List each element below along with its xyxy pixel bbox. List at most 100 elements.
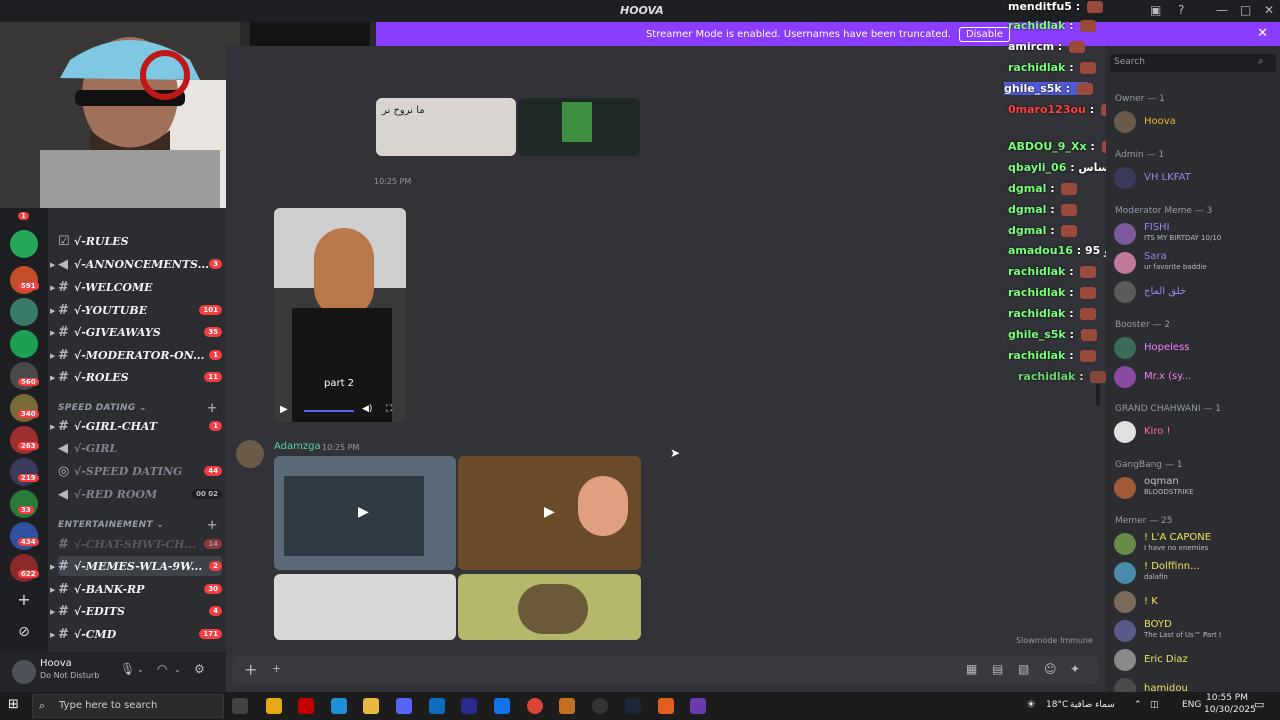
close-window-button[interactable]: ✕	[1264, 3, 1274, 17]
video-progress[interactable]	[304, 410, 354, 412]
category-speed-dating[interactable]: SPEED DATING ⌄ +	[58, 401, 218, 416]
scrollbar[interactable]	[1096, 384, 1100, 406]
channel-bank-rp[interactable]: ▶ # √-BANK-RP 30	[50, 579, 222, 599]
fullscreen-icon[interactable]: ⛶	[386, 404, 392, 414]
app-icon[interactable]	[592, 698, 608, 714]
discord-icon[interactable]	[396, 698, 412, 714]
help-icon[interactable]: ?	[1178, 3, 1184, 17]
video-thumb-4[interactable]	[458, 574, 641, 640]
chevron-down-icon[interactable]: ⌄	[137, 665, 144, 674]
language-indicator[interactable]: ENG	[1182, 700, 1201, 710]
clock-time[interactable]: 10:55 PM	[1206, 693, 1248, 703]
microphone-icon[interactable]: 🎙	[120, 662, 135, 676]
clock-date[interactable]: 10/30/2025	[1204, 705, 1256, 715]
steam-icon[interactable]	[625, 698, 641, 714]
edge-icon[interactable]	[331, 698, 347, 714]
member-item[interactable]: Hoova	[1114, 110, 1276, 133]
server-icon[interactable]	[10, 298, 38, 326]
channel-welcome[interactable]: ▶ # √-WELCOME	[50, 277, 222, 297]
video-attachment[interactable]: part 2 ▶ ◀) ⛶	[274, 208, 406, 422]
channel-giveaways[interactable]: ▶ # √-GIVEAWAYS 35	[50, 322, 222, 342]
photoshop-icon[interactable]	[494, 698, 510, 714]
app-icon[interactable]	[690, 698, 706, 714]
overlay-message: rachidlak :	[1018, 370, 1107, 383]
emoji-icon[interactable]: ☺	[1044, 662, 1057, 676]
member-item[interactable]: Hopeless	[1114, 336, 1276, 359]
channel-speed-dating[interactable]: ◎ √-SPEED DATING 44	[58, 461, 222, 481]
channel-edits[interactable]: ▶ # √-EDITS 4	[50, 601, 222, 621]
member-item[interactable]: FISHI ITS MY BIRTDAY 10/10	[1114, 222, 1276, 245]
add-channel-icon[interactable]: +	[207, 518, 218, 533]
gif-icon[interactable]: ▤	[992, 662, 1003, 676]
chrome-icon[interactable]	[527, 698, 543, 714]
channel-rules[interactable]: ☑ √-RULES	[58, 231, 222, 251]
member-item[interactable]: ! Dolffinn... dalafin	[1114, 561, 1276, 584]
inbox-icon[interactable]: ▣	[1150, 3, 1161, 17]
maximize-button[interactable]: □	[1240, 3, 1251, 17]
message-author[interactable]: Adamzga	[274, 441, 321, 452]
channel-memes[interactable]: ▶ # √-MEMES-WLA-9W... 2	[50, 556, 222, 576]
play-icon[interactable]: ▶	[544, 504, 555, 520]
member-item[interactable]: ! K	[1114, 590, 1276, 613]
disable-button[interactable]: Disable	[958, 26, 1011, 42]
close-icon[interactable]: ✕	[1257, 26, 1268, 41]
volume-icon[interactable]: ◀)	[362, 404, 372, 414]
play-icon[interactable]: ▶	[280, 404, 288, 415]
play-icon[interactable]: ▶	[358, 504, 369, 520]
member-item[interactable]: Kiro !	[1114, 420, 1276, 443]
add-attachment-icon[interactable]: +	[244, 660, 257, 679]
video-thumb-1[interactable]: ▶	[274, 456, 456, 570]
notification-icon[interactable]: ▭	[1254, 698, 1264, 711]
app-icon[interactable]	[658, 698, 674, 714]
chevron-down-icon[interactable]: ⌄	[174, 665, 181, 674]
member-item[interactable]: oqman BLOODSTRIKE	[1114, 476, 1276, 499]
direct-messages-icon[interactable]	[10, 230, 38, 258]
channel-chat-shwt[interactable]: # √-CHAT-SHWT-CH... 14	[58, 534, 222, 554]
taskbar-search[interactable]: ⌕ Type here to search	[32, 694, 224, 718]
member-item[interactable]: Sara ur favorite baddie	[1114, 251, 1276, 274]
member-item[interactable]: خلق الماج	[1114, 280, 1276, 303]
sticker-icon[interactable]: ▧	[1018, 662, 1029, 676]
add-server-icon[interactable]: +	[10, 586, 38, 614]
channel-girl-voice[interactable]: ◀ √-GIRL	[58, 438, 222, 458]
network-icon[interactable]: ◫	[1150, 700, 1159, 710]
avatar[interactable]	[12, 660, 36, 684]
channel-girl-chat[interactable]: ▶ # √-GIRL-CHAT 1	[50, 416, 222, 436]
message-input-bar[interactable]: + + ▦ ▤ ▧ ☺ ✦	[232, 656, 1098, 684]
search-input[interactable]: Search ⌕	[1110, 54, 1276, 72]
member-item[interactable]: VH LKFAT	[1114, 166, 1276, 189]
server-icon[interactable]	[10, 330, 38, 358]
gear-icon[interactable]: ⚙	[194, 662, 205, 676]
member-item[interactable]: Eric Diaz	[1114, 648, 1276, 671]
channel-roles[interactable]: ▶ # √-ROLES 11	[50, 367, 222, 387]
member-item[interactable]: Mr.x (sy...	[1114, 365, 1276, 388]
windows-start-icon[interactable]: ⊞	[8, 697, 24, 713]
channel-cmd[interactable]: ▶ # √-CMD 171	[50, 624, 222, 644]
channel-moderator[interactable]: ▶ # √-MODERATOR-ON... 1	[50, 345, 222, 365]
illustrator-icon[interactable]	[298, 698, 314, 714]
video-thumb-2[interactable]: ▶	[458, 456, 641, 570]
outlook-icon[interactable]	[429, 698, 445, 714]
task-view-icon[interactable]	[232, 698, 248, 714]
explore-icon[interactable]: ⊘	[10, 618, 38, 646]
message-image-2[interactable]	[518, 98, 640, 156]
file-explorer-icon[interactable]	[363, 698, 379, 714]
gift-icon[interactable]: ▦	[966, 662, 977, 676]
apps-icon[interactable]: ✦	[1070, 662, 1080, 676]
avatar[interactable]	[236, 440, 264, 468]
member-item[interactable]: ! L'A CAPONE I have no enemies	[1114, 532, 1276, 555]
channel-red-room[interactable]: ◀ √-RED ROOM 00 02	[58, 484, 222, 504]
premiere-icon[interactable]	[461, 698, 477, 714]
headphones-icon[interactable]: ◠	[157, 662, 167, 676]
add-icon[interactable]: +	[272, 662, 281, 675]
category-entertainment[interactable]: ENTERTAINEMENT ⌄ +	[58, 518, 218, 533]
channel-announcements[interactable]: ▶ ◀ √-ANNONCEMENTS... 3	[50, 254, 222, 274]
member-item[interactable]: BOYD The Last of Us™ Part I	[1114, 619, 1276, 642]
add-channel-icon[interactable]: +	[207, 401, 218, 416]
store-icon[interactable]	[266, 698, 282, 714]
chevron-up-icon[interactable]: ⌃	[1134, 700, 1142, 710]
minimize-button[interactable]: —	[1216, 3, 1228, 17]
video-thumb-3[interactable]	[274, 574, 456, 640]
channel-youtube[interactable]: ▶ # √-YOUTUBE 101	[50, 300, 222, 320]
app-icon[interactable]	[559, 698, 575, 714]
